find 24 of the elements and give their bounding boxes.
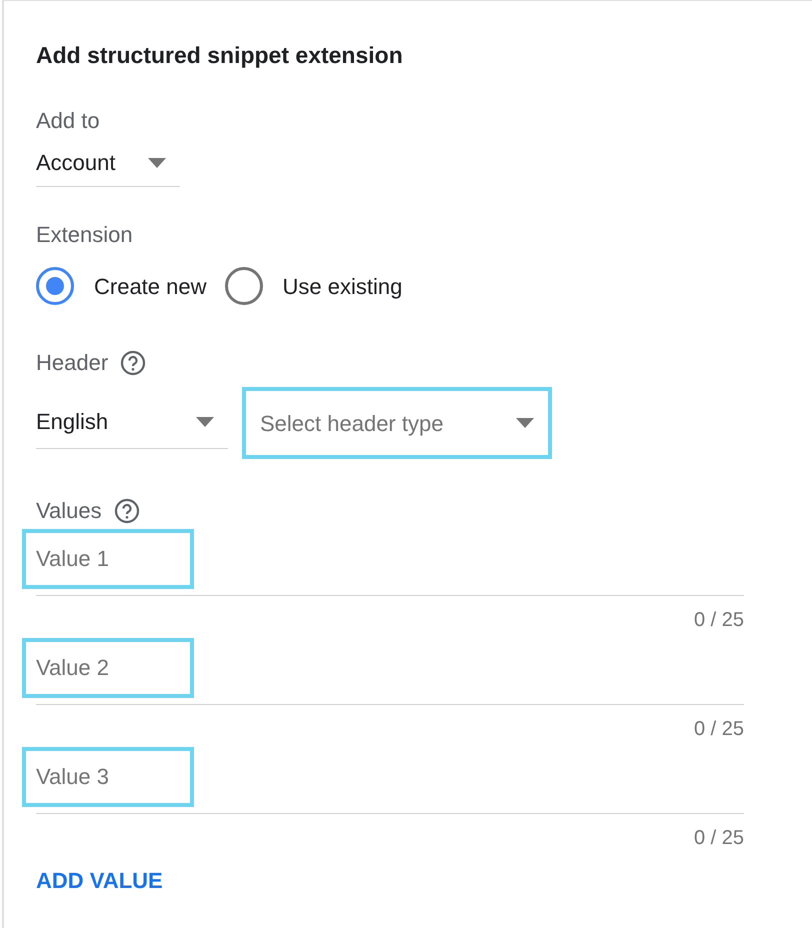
value-field[interactable]: Value 1 <box>22 529 194 589</box>
account-dropdown[interactable]: Account <box>36 139 180 187</box>
value-field[interactable]: Value 2 <box>22 638 194 698</box>
header-type-dropdown[interactable]: Select header type <box>242 387 552 459</box>
radio-label: Create new <box>94 272 207 300</box>
caret-icon <box>196 416 214 426</box>
add-value-link[interactable]: ADD VALUE <box>36 864 163 897</box>
caret-icon <box>148 158 166 168</box>
character-counter: 0 / 25 <box>694 717 744 741</box>
language-dropdown[interactable]: English <box>36 395 228 449</box>
radio-button[interactable] <box>36 267 74 305</box>
radio-button[interactable] <box>224 267 263 305</box>
field-label: Add to <box>36 107 101 135</box>
radio-label: Use existing <box>282 272 402 301</box>
field-label: Extension <box>36 221 134 249</box>
character-counter: 0 / 25 <box>694 608 744 632</box>
field-label: Values <box>36 497 102 525</box>
help-icon[interactable] <box>120 350 146 376</box>
caret-icon <box>516 418 534 428</box>
dialog-title: Add structured snippet extension <box>36 41 404 70</box>
field-label: Header <box>36 349 108 377</box>
character-counter: 0 / 25 <box>694 826 744 850</box>
value-field[interactable]: Value 3 <box>22 747 194 807</box>
help-icon[interactable] <box>114 498 140 524</box>
